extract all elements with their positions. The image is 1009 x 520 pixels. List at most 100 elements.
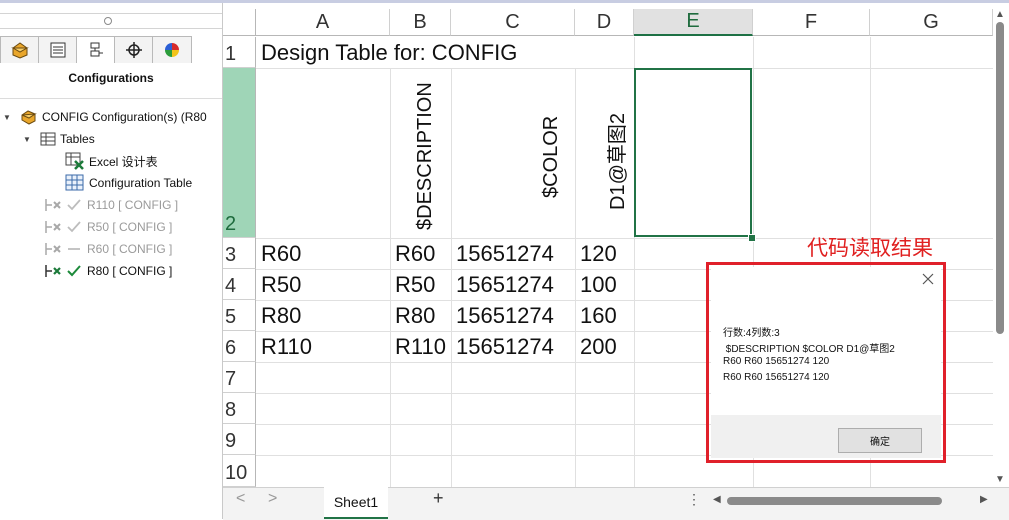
tree-item-tables[interactable]: ▼ Tables	[22, 129, 95, 149]
configuration-table-icon	[65, 174, 84, 191]
cell-b3[interactable]: R60	[395, 239, 435, 269]
more-options-icon[interactable]: ⋮	[687, 491, 701, 508]
panel-tabs	[0, 36, 222, 64]
vertical-scroll-thumb[interactable]	[996, 22, 1004, 334]
column-header-a[interactable]: A	[256, 9, 390, 36]
tree-item-config-r50[interactable]: R50 [ CONFIG ]	[43, 217, 172, 237]
scroll-left-icon[interactable]: ◀	[713, 494, 721, 505]
configuration-icon	[45, 199, 61, 211]
excel-design-table-label: Excel 设计表	[89, 154, 158, 169]
column-header-e-selected[interactable]: E	[634, 9, 753, 36]
cell-c6[interactable]: 15651274	[456, 332, 554, 362]
expand-caret-icon[interactable]: ▼	[2, 112, 12, 122]
config-label: R60 [ CONFIG ]	[87, 242, 173, 256]
configuration-icon	[45, 221, 61, 233]
cell-b5[interactable]: R80	[395, 301, 435, 331]
tab-feature-manager[interactable]	[0, 36, 40, 63]
cell-b6[interactable]: R110	[395, 332, 446, 362]
horizontal-scroll-thumb[interactable]	[727, 497, 942, 505]
row-header-10[interactable]: 10	[223, 455, 256, 487]
tables-folder-icon	[40, 132, 56, 146]
row-header-8[interactable]: 8	[223, 393, 256, 424]
column-header-b[interactable]: B	[390, 9, 451, 36]
panel-title: Configurations	[68, 71, 154, 85]
dash-icon	[68, 248, 80, 250]
row-header-7[interactable]: 7	[223, 362, 256, 393]
tree-item-config-r110[interactable]: R110 [ CONFIG ]	[43, 195, 178, 215]
cell-a5[interactable]: R80	[261, 301, 301, 331]
config-label: R50 [ CONFIG ]	[87, 220, 173, 234]
config-label: R80 [ CONFIG ]	[87, 264, 173, 278]
scroll-down-icon[interactable]: ▼	[995, 474, 1005, 485]
configuration-active-icon	[45, 265, 61, 277]
cell-a1-title[interactable]: Design Table for: CONFIG	[261, 38, 517, 68]
row-header-2-selected[interactable]: 2	[223, 68, 256, 238]
sheet-next-icon[interactable]: >	[268, 490, 277, 508]
cell-d3[interactable]: 120	[580, 239, 617, 269]
excel-design-table-icon	[65, 152, 84, 170]
part-configurations-icon	[21, 110, 37, 125]
tab-dimxpert-manager[interactable]	[114, 36, 154, 63]
row-header-4[interactable]: 4	[223, 269, 256, 300]
sheet-tab-sheet1[interactable]: Sheet1	[324, 487, 388, 519]
column-header-d[interactable]: D	[575, 9, 634, 36]
cell-a3[interactable]: R60	[261, 239, 301, 269]
cell-c4[interactable]: 15651274	[456, 270, 554, 300]
cell-a6[interactable]: R110	[261, 332, 312, 362]
tab-configuration-manager[interactable]	[76, 36, 116, 63]
checkmark-icon	[67, 221, 81, 233]
column-header-c[interactable]: C	[451, 9, 575, 36]
tree-item-config-r80-active[interactable]: R80 [ CONFIG ]	[43, 261, 172, 281]
cell-b4[interactable]: R50	[395, 270, 435, 300]
cell-a4[interactable]: R50	[261, 270, 301, 300]
configuration-table-label: Configuration Table	[89, 176, 193, 190]
feature-manager-icon	[11, 42, 29, 59]
tab-property-manager[interactable]	[38, 36, 78, 63]
cell-d6[interactable]: 200	[580, 332, 617, 362]
crosshair-icon	[126, 42, 142, 58]
row-header-6[interactable]: 6	[223, 331, 256, 362]
display-manager-icon	[165, 43, 179, 57]
cell-c5[interactable]: 15651274	[456, 301, 554, 331]
add-sheet-button[interactable]: +	[433, 488, 444, 509]
grid-line	[575, 68, 576, 487]
code-result-annotation: 代码读取结果	[807, 237, 933, 260]
panel-grip[interactable]	[0, 13, 222, 29]
scroll-right-icon[interactable]: ▶	[980, 494, 988, 505]
sheet-prev-icon[interactable]: <	[236, 490, 245, 508]
column-header-g[interactable]: G	[870, 9, 993, 36]
property-manager-icon	[50, 42, 66, 58]
cell-c3[interactable]: 15651274	[456, 239, 554, 269]
grip-dot-icon	[104, 17, 112, 25]
configuration-manager-panel: Configurations ▼ CONFIG Configuration(s)…	[0, 3, 223, 519]
row-header-3[interactable]: 3	[223, 238, 256, 269]
tree-item-configuration-table[interactable]: Configuration Table	[65, 173, 192, 193]
row-header-5[interactable]: 5	[223, 300, 256, 331]
grid-line	[256, 68, 996, 69]
tree-item-config-r60[interactable]: R60 [ CONFIG ]	[43, 239, 172, 259]
checkmark-icon	[67, 199, 81, 211]
grid-line	[390, 68, 391, 487]
tree-item-excel-design-table[interactable]: Excel 设计表	[65, 151, 158, 171]
scroll-up-icon[interactable]: ▲	[995, 9, 1005, 20]
cell-b2-header[interactable]: $DESCRIPTION	[414, 82, 437, 230]
select-all-corner[interactable]	[223, 9, 256, 36]
column-header-f[interactable]: F	[753, 9, 870, 36]
cell-d4[interactable]: 100	[580, 270, 617, 300]
checkmark-icon	[67, 265, 81, 277]
tree-root-configurations[interactable]: ▼ CONFIG Configuration(s) (R80	[2, 107, 207, 127]
tables-label: Tables	[60, 132, 95, 146]
row-header-1[interactable]: 1	[223, 37, 256, 68]
tree-root-label: CONFIG Configuration(s) (R80	[42, 110, 207, 124]
fill-handle[interactable]	[748, 234, 756, 242]
active-cell-e2[interactable]	[634, 68, 752, 237]
configuration-manager-icon	[90, 42, 103, 57]
cell-d2-header[interactable]: D1@草图2	[601, 113, 630, 210]
cell-c2-header[interactable]: $COLOR	[540, 116, 563, 198]
row-header-9[interactable]: 9	[223, 424, 256, 455]
divider	[0, 98, 222, 99]
tab-display-manager[interactable]	[152, 36, 192, 63]
red-highlight-box	[706, 262, 946, 463]
cell-d5[interactable]: 160	[580, 301, 617, 331]
expand-caret-icon[interactable]: ▼	[22, 134, 32, 144]
